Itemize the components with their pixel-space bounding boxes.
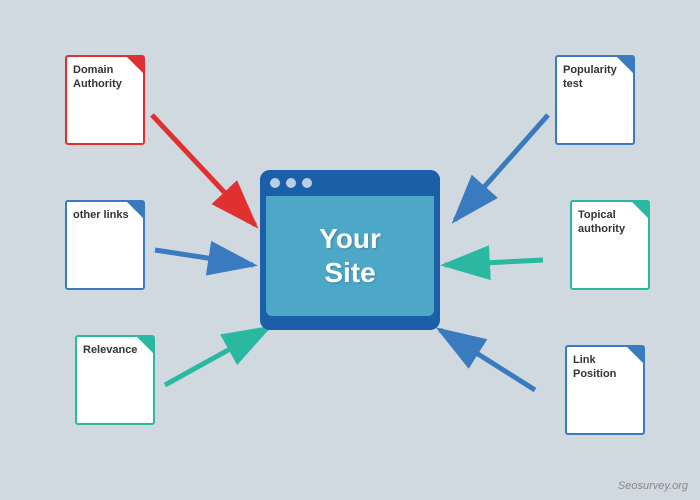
card-other-links: other links [65,200,145,290]
browser-dot-2 [286,178,296,188]
browser-content: Your Site [266,196,434,316]
center-browser: Your Site [260,170,440,330]
relevance-label: Relevance [83,344,137,356]
card-link-position: Link Position [565,345,645,435]
card-relevance: Relevance [75,335,155,425]
your-site-text: Your Site [319,222,381,289]
link-position-label: Link Position [573,354,616,380]
browser-dot-1 [270,178,280,188]
other-links-label: other links [73,209,129,221]
topical-authority-label: Topical authority [578,209,625,235]
popularity-test-label: Popularity test [563,64,617,90]
card-domain-authority: Domain Authority [65,55,145,145]
domain-authority-label: Domain Authority [73,64,122,90]
watermark-text: Seosurvey.org [618,480,688,492]
your-text: Your [319,223,381,254]
site-text: Site [324,257,375,288]
card-topical-authority: Topical authority [570,200,650,290]
browser-dot-3 [302,178,312,188]
card-popularity-test: Popularity test [555,55,635,145]
watermark: Seosurvey.org [618,480,688,492]
browser-titlebar [260,170,440,196]
diagram-container: Your Site Domain Authority Popularity te… [0,0,700,500]
